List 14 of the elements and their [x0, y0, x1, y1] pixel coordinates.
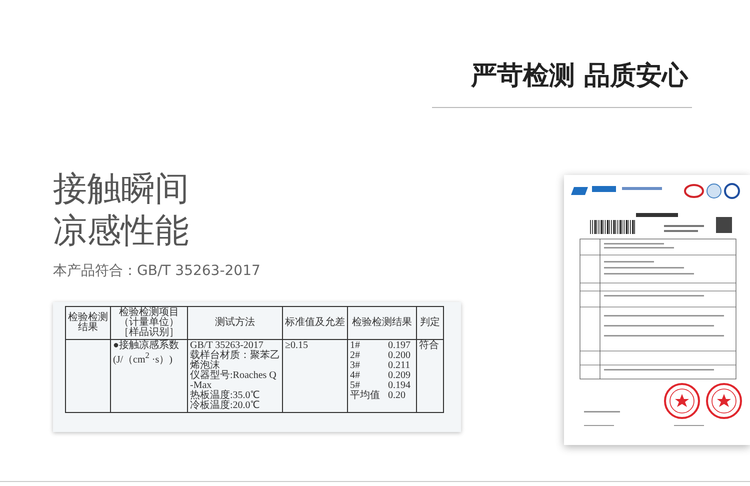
- table-header-cell: 检验检测项目 （计量单位） ［样品识别］: [110, 306, 188, 340]
- table-header-cell: 测试方法: [188, 306, 282, 340]
- table-cell: ●接触凉感系数 (J/（cm$^{2}$ ·s）): [110, 340, 188, 412]
- table-cell: GB/T 35263-2017 载样台材质：聚苯乙 烯泡沫 仪器型号:Roaches Q -Max 热板温度:35.0℃ 冷板温度:20.0℃: [188, 340, 282, 412]
- table-header-cell: 标准值及允差: [282, 306, 348, 340]
- table-header-cell: 检验检测结果: [348, 306, 416, 340]
- table-cell: ≥0.15: [282, 340, 348, 412]
- table-cell: 符合: [416, 340, 444, 412]
- table-cell: 1# 0.197 2# 0.200 3# 0.211 4# 0.209 5# 0.194 平均值 0.20: [348, 340, 416, 412]
- feature-title: 接触瞬间 凉感性能: [53, 168, 190, 252]
- table-header-cell: 判定: [416, 306, 444, 340]
- section-headline: 严苛检测 品质安心: [432, 58, 692, 108]
- standard-note: 本产品符合：GB/T 35263-2017: [53, 262, 262, 280]
- table-header-cell: 检验检测 结果: [66, 306, 110, 340]
